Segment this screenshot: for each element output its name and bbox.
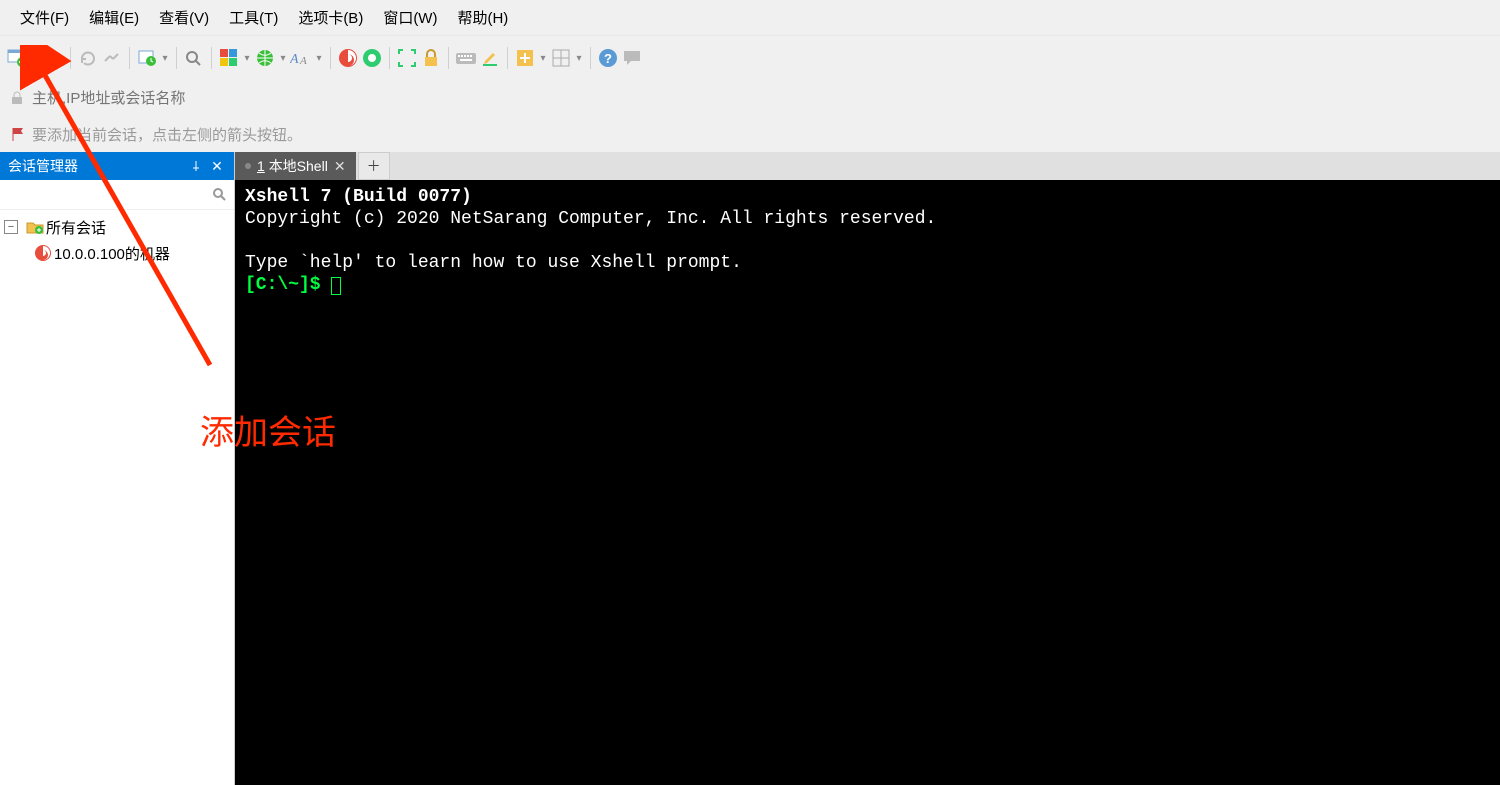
- menu-tabs[interactable]: 选项卡(B): [288, 3, 373, 32]
- menu-help[interactable]: 帮助(H): [447, 3, 518, 32]
- session-search-input[interactable]: [6, 186, 212, 204]
- terminal-line: Copyright (c) 2020 NetSarang Computer, I…: [245, 209, 936, 229]
- menu-view[interactable]: 查看(V): [149, 3, 219, 32]
- toolbar-separator: [389, 47, 390, 69]
- tree-session-label: 10.0.0.100的机器: [54, 243, 170, 264]
- svg-text:A: A: [299, 55, 307, 67]
- xftp-icon[interactable]: [337, 47, 359, 69]
- open-folder-dropdown-icon[interactable]: ▾: [54, 47, 64, 69]
- menu-window[interactable]: 窗口(W): [373, 3, 447, 32]
- toolbar-separator: [176, 47, 177, 69]
- terminal-line: Xshell 7 (Build 0077): [245, 187, 472, 207]
- color-scheme-icon[interactable]: [218, 47, 240, 69]
- lock-small-icon: [10, 91, 24, 105]
- properties-dropdown-icon[interactable]: ▾: [160, 47, 170, 69]
- menu-edit[interactable]: 编辑(E): [79, 3, 149, 32]
- session-manager-title-bar: 会话管理器 ✕: [0, 152, 234, 180]
- collapse-icon[interactable]: −: [4, 220, 18, 234]
- tree-session-item[interactable]: 10.0.0.100的机器: [0, 240, 234, 266]
- svg-text:?: ?: [604, 51, 612, 66]
- content-area: 1 本地Shell ✕ ＋ Xshell 7 (Build 0077) Copy…: [235, 152, 1500, 785]
- address-bar: [0, 80, 1500, 116]
- tab-strip: 1 本地Shell ✕ ＋: [235, 152, 1500, 180]
- keyboard-icon[interactable]: [455, 47, 477, 69]
- layout-dropdown-icon[interactable]: ▾: [574, 47, 584, 69]
- reconnect-icon[interactable]: [77, 47, 99, 69]
- terminal[interactable]: Xshell 7 (Build 0077) Copyright (c) 2020…: [235, 180, 1500, 785]
- session-search-bar: [0, 180, 234, 210]
- globe-icon[interactable]: [254, 47, 276, 69]
- xagent-icon[interactable]: [361, 47, 383, 69]
- tree-root-label: 所有会话: [46, 217, 106, 238]
- folder-icon: [26, 218, 44, 236]
- menu-bar: 文件(F) 编辑(E) 查看(V) 工具(T) 选项卡(B) 窗口(W) 帮助(…: [0, 0, 1500, 36]
- tab-label: 本地Shell: [269, 158, 328, 174]
- highlighter-icon[interactable]: [479, 47, 501, 69]
- tab-status-icon: [245, 163, 251, 169]
- font-icon[interactable]: AA: [290, 47, 312, 69]
- tab-add-button[interactable]: ＋: [358, 152, 390, 180]
- tab-index: 1: [257, 158, 265, 174]
- search-icon[interactable]: [212, 187, 228, 203]
- lock-icon[interactable]: [420, 47, 442, 69]
- toolbar-separator: [129, 47, 130, 69]
- hint-bar: 要添加当前会话，点击左侧的箭头按钮。: [0, 116, 1500, 152]
- toolbar-separator: [507, 47, 508, 69]
- main-area: 会话管理器 ✕ − 所有会话 10.0.0.100的机器 添加会话: [0, 152, 1500, 785]
- font-dropdown-icon[interactable]: ▾: [314, 47, 324, 69]
- find-icon[interactable]: [183, 47, 205, 69]
- toolbar-separator: [330, 47, 331, 69]
- toolbar-separator: [211, 47, 212, 69]
- new-session-icon[interactable]: [6, 47, 28, 69]
- tree-root[interactable]: − 所有会话: [0, 214, 234, 240]
- add-pane-icon[interactable]: [514, 47, 536, 69]
- toolbar-separator: [70, 47, 71, 69]
- terminal-cursor: [331, 277, 341, 295]
- session-manager-title: 会话管理器: [8, 156, 78, 176]
- properties-icon[interactable]: [136, 47, 158, 69]
- add-pane-dropdown-icon[interactable]: ▾: [538, 47, 548, 69]
- layout-icon[interactable]: [550, 47, 572, 69]
- toolbar: ▾ ▾ ▾ ▾ AA ▾ ▾ ▾ ?: [0, 36, 1500, 80]
- svg-text:A: A: [290, 52, 299, 67]
- address-input[interactable]: [30, 89, 1490, 108]
- tab-local-shell[interactable]: 1 本地Shell ✕: [235, 152, 356, 180]
- terminal-prompt: [C:\~]$: [245, 275, 331, 295]
- flag-icon: [10, 126, 26, 142]
- session-manager-panel: 会话管理器 ✕ − 所有会话 10.0.0.100的机器 添加会话: [0, 152, 235, 785]
- session-icon: [34, 244, 52, 262]
- menu-tools[interactable]: 工具(T): [219, 3, 288, 32]
- terminal-line: Type `help' to learn how to use Xshell p…: [245, 253, 742, 273]
- tab-close-icon[interactable]: ✕: [334, 158, 346, 175]
- help-icon[interactable]: ?: [597, 47, 619, 69]
- color-scheme-dropdown-icon[interactable]: ▾: [242, 47, 252, 69]
- pin-icon[interactable]: [190, 160, 208, 172]
- open-folder-icon[interactable]: [30, 47, 52, 69]
- close-panel-icon[interactable]: ✕: [208, 158, 226, 175]
- globe-dropdown-icon[interactable]: ▾: [278, 47, 288, 69]
- toolbar-separator: [448, 47, 449, 69]
- session-tree: − 所有会话 10.0.0.100的机器 添加会话: [0, 210, 234, 785]
- toolbar-separator: [590, 47, 591, 69]
- menu-file[interactable]: 文件(F): [10, 3, 79, 32]
- disconnect-icon[interactable]: [101, 47, 123, 69]
- fullscreen-icon[interactable]: [396, 47, 418, 69]
- hint-text: 要添加当前会话，点击左侧的箭头按钮。: [32, 124, 302, 145]
- chat-icon[interactable]: [621, 47, 643, 69]
